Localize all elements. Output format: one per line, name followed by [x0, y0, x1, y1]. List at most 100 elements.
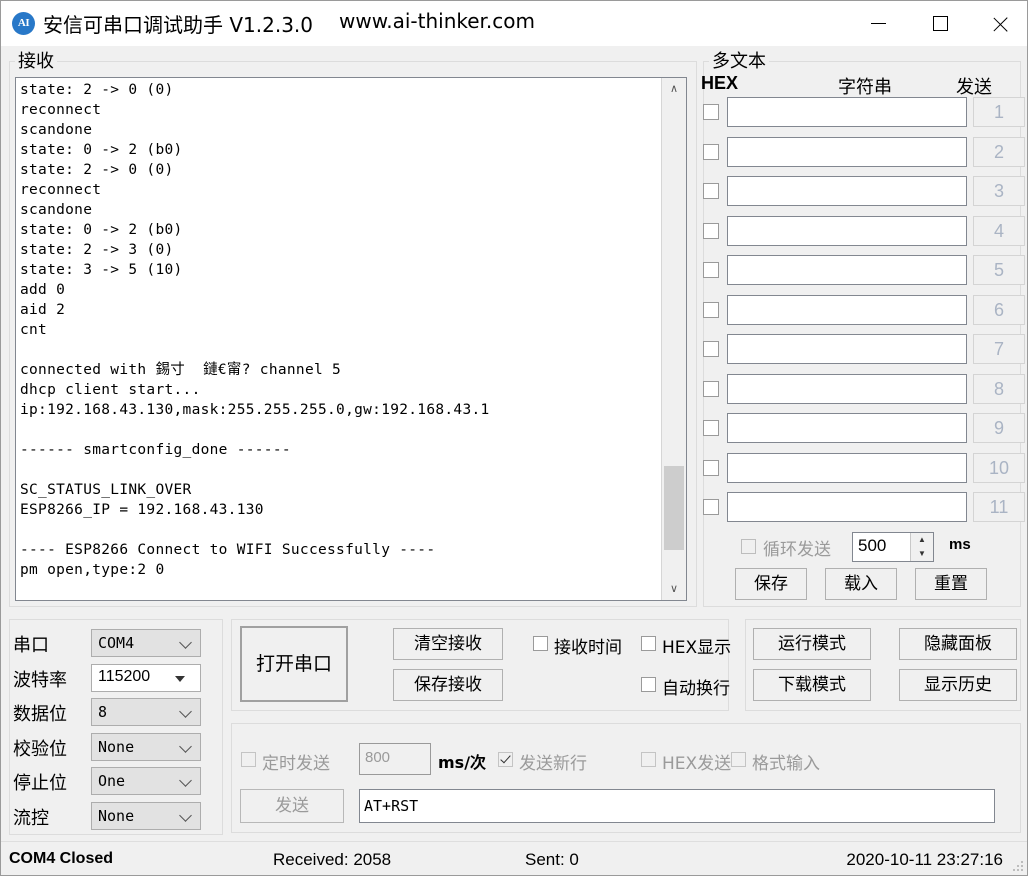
window-title: 安信可串口调试助手 V1.2.3.0 [43, 13, 314, 37]
timed-send-label: 定时发送 [262, 754, 330, 774]
multitext-send-button[interactable]: 1 [973, 97, 1025, 127]
send-input[interactable]: AT+RST [359, 789, 995, 823]
multitext-string-input[interactable] [727, 373, 967, 404]
serial-setting-label: 数据位 [13, 704, 67, 725]
hex-send-label: HEX发送 [662, 754, 732, 774]
status-bar: COM4 Closed Received: 2058 Sent: 0 2020-… [1, 841, 1027, 875]
loop-interval-stepper[interactable]: 500 ▲ ▼ [852, 532, 934, 562]
serial-setting-combobox[interactable]: 115200 [91, 663, 201, 692]
send-input-value: AT+RST [364, 797, 419, 815]
timed-send-interval-value[interactable]: 800 [365, 749, 390, 766]
serial-setting-value: COM4 [98, 634, 135, 652]
scroll-up-icon[interactable]: ∧ [662, 78, 686, 100]
multitext-string-input[interactable] [727, 492, 967, 522]
multitext-send-button[interactable]: 2 [973, 136, 1025, 167]
spin-down-icon[interactable]: ▼ [911, 547, 933, 561]
save-receive-button[interactable]: 保存接收 [393, 669, 503, 701]
multitext-send-button[interactable]: 10 [973, 452, 1025, 483]
multitext-hex-checkbox[interactable] [703, 104, 719, 120]
scroll-down-icon[interactable]: ∨ [662, 578, 686, 600]
multitext-string-input[interactable] [727, 334, 967, 364]
receive-log-text[interactable]: state: 2 -> 0 (0) reconnect scandone sta… [16, 78, 661, 600]
receive-group-label: 接收 [15, 47, 57, 73]
multitext-string-input[interactable] [727, 176, 967, 206]
multitext-hex-checkbox[interactable] [703, 499, 719, 515]
multitext-string-input[interactable] [727, 255, 967, 285]
multitext-send-button[interactable]: 11 [973, 492, 1025, 522]
multitext-send-button[interactable]: 5 [973, 255, 1025, 285]
open-port-button[interactable]: 打开串口 [240, 626, 348, 702]
multitext-send-button[interactable]: 6 [973, 294, 1025, 325]
checkbox-box [731, 752, 746, 767]
loop-interval-value[interactable]: 500 [858, 536, 886, 556]
multitext-load-button[interactable]: 载入 [825, 568, 897, 600]
loop-send-checkbox[interactable] [741, 539, 756, 554]
multitext-string-input[interactable] [727, 215, 967, 246]
checkbox-box [533, 636, 548, 651]
minimize-button[interactable] [849, 1, 909, 46]
format-input-label: 格式输入 [752, 754, 820, 774]
chevron-down-icon[interactable] [181, 707, 192, 718]
multitext-hex-checkbox[interactable] [703, 420, 719, 436]
multitext-string-header: 字符串 [838, 77, 892, 98]
loop-interval-unit: ms [949, 536, 971, 553]
multitext-string-input[interactable] [727, 413, 967, 443]
multitext-send-button[interactable]: 7 [973, 334, 1025, 364]
scrollbar-thumb[interactable] [664, 466, 684, 550]
multitext-send-button[interactable]: 8 [973, 373, 1025, 404]
serial-setting-label: 停止位 [13, 773, 67, 794]
serial-setting-value: One [98, 772, 126, 790]
serial-setting-combobox[interactable]: None [91, 732, 201, 761]
serial-setting-combobox[interactable]: One [91, 767, 201, 795]
send-button[interactable]: 发送 [240, 789, 344, 823]
receive-textarea-frame: state: 2 -> 0 (0) reconnect scandone sta… [15, 77, 687, 601]
application-window: AI 安信可串口调试助手 V1.2.3.0 www.ai-thinker.com… [0, 0, 1028, 876]
multitext-string-input[interactable] [727, 294, 967, 325]
serial-setting-combobox[interactable]: 8 [91, 698, 201, 726]
multitext-string-input[interactable] [727, 136, 967, 167]
serial-setting-combobox[interactable]: COM4 [91, 629, 201, 657]
multitext-send-header: 发送 [956, 77, 992, 98]
multitext-string-input[interactable] [727, 452, 967, 483]
run-mode-button[interactable]: 运行模式 [753, 628, 871, 660]
chevron-down-icon[interactable] [181, 742, 192, 753]
multitext-send-button[interactable]: 9 [973, 413, 1025, 443]
multitext-hex-checkbox[interactable] [703, 341, 719, 357]
maximize-icon [933, 16, 948, 31]
multitext-hex-checkbox[interactable] [703, 380, 719, 397]
clear-receive-button[interactable]: 清空接收 [393, 628, 503, 660]
chevron-down-icon[interactable] [181, 811, 192, 822]
serial-setting-combobox[interactable]: None [91, 801, 201, 830]
multitext-hex-checkbox[interactable] [703, 143, 719, 160]
multitext-reset-button[interactable]: 重置 [915, 568, 987, 600]
chevron-down-icon[interactable] [181, 776, 192, 787]
loop-interval-spin-buttons[interactable]: ▲ ▼ [910, 533, 933, 561]
multitext-hex-checkbox[interactable] [703, 459, 719, 476]
multitext-string-input[interactable] [727, 97, 967, 127]
timed-send-unit: ms/次 [438, 753, 487, 772]
multitext-hex-checkbox[interactable] [703, 183, 719, 199]
dropdown-arrow-icon[interactable] [166, 664, 194, 691]
app-logo-icon: AI [12, 12, 35, 35]
spin-up-icon[interactable]: ▲ [911, 533, 933, 547]
receive-time-label: 接收时间 [554, 638, 622, 658]
serial-setting-label: 串口 [13, 635, 49, 656]
download-mode-button[interactable]: 下载模式 [753, 669, 871, 701]
receive-scrollbar[interactable]: ∧ ∨ [661, 78, 686, 600]
chevron-down-icon[interactable] [181, 638, 192, 649]
show-history-button[interactable]: 显示历史 [899, 669, 1017, 701]
hide-panel-button[interactable]: 隐藏面板 [899, 628, 1017, 660]
multitext-hex-checkbox[interactable] [703, 222, 719, 239]
maximize-button[interactable] [911, 1, 971, 46]
minimize-icon [871, 23, 886, 24]
multitext-hex-checkbox[interactable] [703, 262, 719, 278]
status-port-state: COM4 Closed [9, 850, 114, 867]
close-button[interactable] [973, 1, 1027, 46]
multitext-send-button[interactable]: 4 [973, 215, 1025, 246]
multitext-send-button[interactable]: 3 [973, 176, 1025, 206]
timed-send-interval-field[interactable]: 800 [359, 743, 431, 775]
multitext-save-button[interactable]: 保存 [735, 568, 807, 600]
checkbox-box [641, 677, 656, 692]
multitext-hex-checkbox[interactable] [703, 301, 719, 318]
resize-grip-icon[interactable] [1012, 860, 1024, 872]
